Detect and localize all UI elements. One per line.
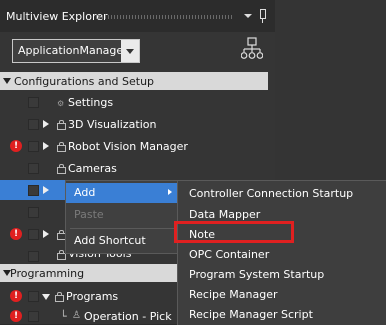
panel-titlebar[interactable]: Multiview Explorer [0, 0, 275, 32]
section-label: Configurations and Setup [14, 75, 155, 88]
tree-item-label: Programs [66, 290, 119, 303]
expand-icon[interactable] [43, 142, 49, 150]
panel-dropdown-icon[interactable] [244, 14, 252, 18]
pin-icon[interactable] [260, 9, 266, 23]
lock-icon [57, 120, 66, 130]
tree-item-3d-visualization[interactable]: 3D Visualization [0, 114, 268, 134]
status-square-icon [28, 119, 39, 130]
add-submenu: Controller Connection Startup Data Mappe… [177, 180, 386, 325]
section-label: Programming [10, 267, 85, 280]
expand-icon[interactable] [43, 186, 49, 194]
note-highlight-box [174, 221, 294, 243]
error-icon: ! [10, 310, 22, 322]
submenu-item-controller-connection-startup[interactable]: Controller Connection Startup [178, 184, 386, 204]
submenu-item-recipe-manager-script[interactable]: Recipe Manager Script [178, 305, 386, 325]
tree-branch-icon: └ [60, 310, 67, 323]
status-square-icon [28, 207, 39, 218]
error-icon: ! [10, 228, 22, 240]
collapse-icon[interactable] [42, 294, 50, 300]
context-menu: Add Paste Add Shortcut [65, 180, 179, 254]
status-square-icon [28, 229, 39, 240]
menu-item-label: Add [74, 186, 96, 199]
status-square-icon [28, 163, 39, 174]
tree-item-label: Settings [68, 96, 114, 109]
tree-item-label: Cameras [68, 162, 117, 175]
application-selector[interactable]: ApplicationManager0 [12, 39, 140, 63]
lock-icon [57, 250, 66, 260]
status-square-icon [28, 97, 39, 108]
submenu-item-label: OPC Container [189, 248, 270, 261]
tree-item-label: Operation - Pick [84, 310, 172, 323]
collapse-icon[interactable] [3, 78, 11, 84]
submenu-item-program-system-startup[interactable]: Program System Startup [178, 265, 386, 285]
status-square-icon [28, 185, 39, 196]
submenu-item-label: Recipe Manager [189, 288, 278, 301]
application-selector-value: ApplicationManager0 [18, 44, 135, 57]
chevron-down-icon[interactable] [121, 40, 139, 62]
drag-grip-icon[interactable] [96, 15, 232, 19]
tree-item-robot-vision-manager[interactable]: ! Robot Vision Manager [0, 136, 268, 156]
lock-icon [57, 142, 66, 152]
panel-title: Multiview Explorer [6, 10, 108, 23]
status-square-icon [28, 141, 39, 152]
submenu-item-label: Program System Startup [189, 268, 325, 281]
lock-icon [57, 164, 66, 174]
status-square-icon [28, 251, 39, 262]
tree-item-settings[interactable]: ⚙ Settings [0, 92, 268, 112]
expand-icon[interactable] [43, 230, 49, 238]
submenu-item-recipe-manager[interactable]: Recipe Manager [178, 285, 386, 305]
tree-item-label: 3D Visualization [68, 118, 157, 131]
program-icon: ♙ [72, 310, 81, 321]
submenu-item-opc-container[interactable]: OPC Container [178, 245, 386, 265]
menu-item-add-shortcut[interactable]: Add Shortcut [66, 231, 178, 251]
status-square-icon [28, 311, 39, 322]
section-configurations-setup[interactable]: Configurations and Setup [0, 72, 268, 90]
submenu-item-label: Controller Connection Startup [189, 187, 354, 200]
submenu-item-label: Recipe Manager Script [189, 308, 313, 321]
menu-item-label: Add Shortcut [74, 234, 146, 247]
menu-item-paste[interactable]: Paste [66, 205, 178, 225]
submenu-arrow-icon [168, 189, 172, 195]
error-icon: ! [10, 290, 22, 302]
tree-item-label: Robot Vision Manager [68, 140, 188, 153]
menu-separator [70, 228, 174, 229]
menu-item-label: Paste [74, 208, 104, 221]
hierarchy-icon[interactable] [241, 37, 263, 61]
settings-icon: ⚙ [57, 99, 65, 108]
expand-icon[interactable] [43, 120, 49, 128]
status-square-icon [28, 291, 39, 302]
error-icon: ! [10, 140, 22, 152]
submenu-item-label: Data Mapper [189, 208, 261, 221]
menu-item-add[interactable]: Add [66, 183, 178, 203]
tree-item-cameras[interactable]: Cameras [0, 158, 268, 178]
lock-icon [55, 292, 64, 302]
